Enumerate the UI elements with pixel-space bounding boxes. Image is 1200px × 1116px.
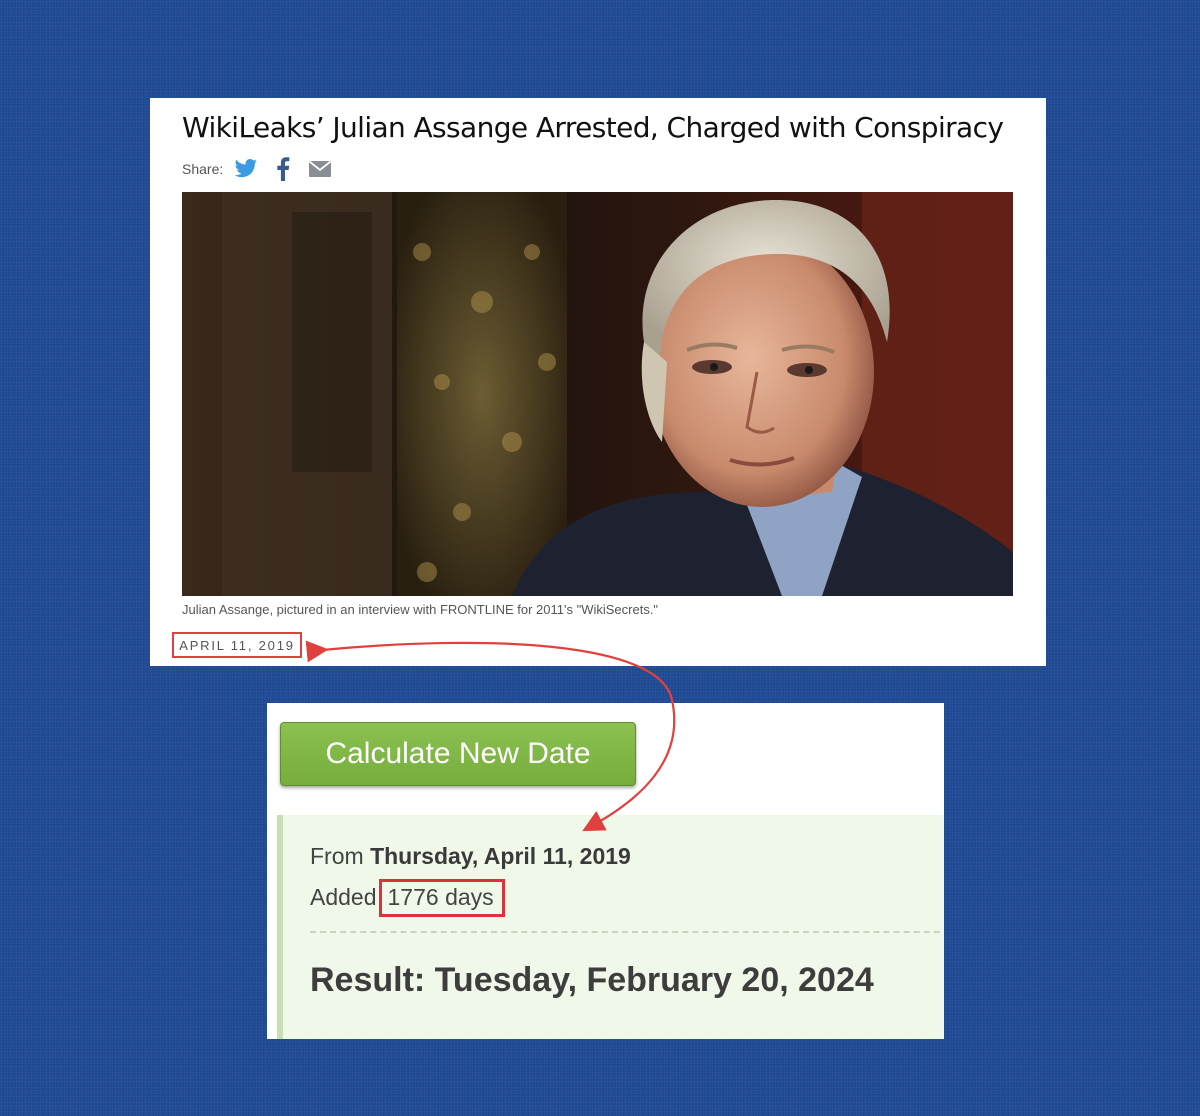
twitter-icon[interactable] [233,156,259,182]
article-date: APRIL 11, 2019 [179,637,295,653]
from-prefix: From [310,843,364,869]
article-photo [182,192,1013,596]
article-headline: WikiLeaks’ Julian Assange Arrested, Char… [182,111,1004,144]
from-date: Thursday, April 11, 2019 [370,843,631,869]
photo-caption: Julian Assange, pictured in an interview… [182,602,659,617]
added-days-value: 1776 days [387,884,494,910]
share-label: Share: [182,161,224,177]
added-prefix: Added [310,884,377,910]
date-highlight-box: APRIL 11, 2019 [172,632,302,658]
added-days-highlight: 1776 days [378,879,505,917]
portrait-illustration [182,192,1013,596]
date-calculator-card: Calculate New Date From Thursday, April … [267,703,944,1039]
share-bar: Share: [182,156,344,182]
result-panel: From Thursday, April 11, 2019 Added 1776 … [277,815,944,1039]
article-card: WikiLeaks’ Julian Assange Arrested, Char… [150,98,1046,666]
calculate-new-date-button[interactable]: Calculate New Date [280,722,636,786]
added-line: Added 1776 days [310,879,505,917]
facebook-icon[interactable] [270,156,296,182]
email-icon[interactable] [307,156,333,182]
result-text: Result: Tuesday, February 20, 2024 [310,961,874,999]
from-line: From Thursday, April 11, 2019 [310,843,631,870]
dashed-divider [310,931,944,933]
